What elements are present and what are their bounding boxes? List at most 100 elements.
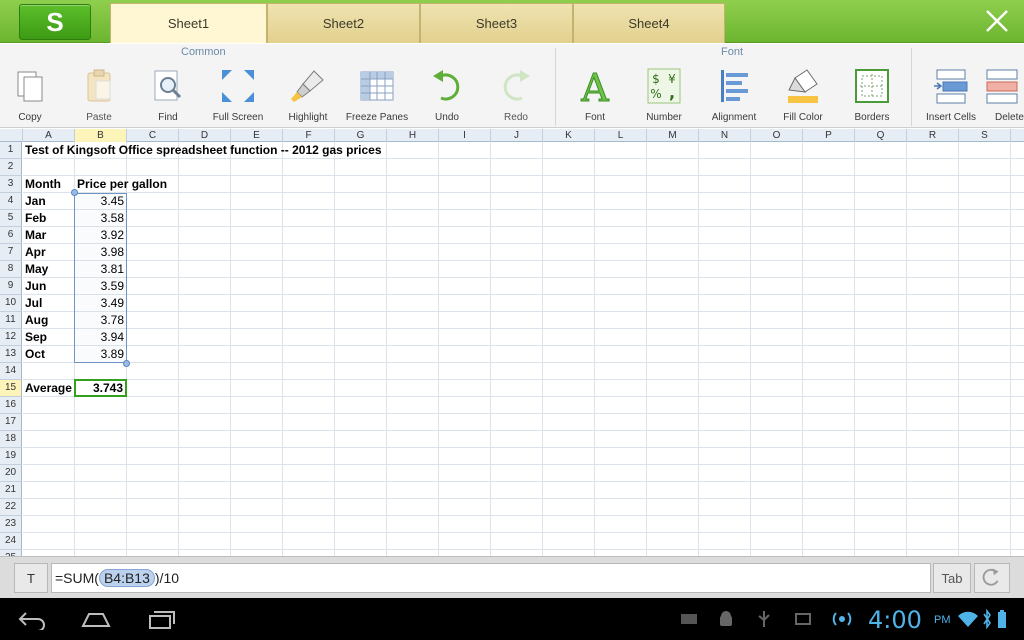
alignment-button[interactable]: Alignment [701, 64, 767, 126]
spreadsheet-grid[interactable]: ABCDEFGHIJKLMNOPQRS 1 2 3 4 5 6 7 8 9 10 11 12 13 14 1… [0, 129, 1024, 556]
borders-button[interactable]: Borders [839, 64, 905, 126]
cell-month[interactable]: Jun [23, 278, 48, 294]
row-header-2[interactable]: 2 [0, 159, 22, 176]
row-header-12[interactable]: 12 [0, 329, 22, 346]
close-icon[interactable] [984, 8, 1010, 34]
cell-month[interactable]: Jan [23, 193, 48, 209]
cell-month[interactable]: Apr [23, 244, 48, 260]
formula-revert-button[interactable] [974, 563, 1010, 593]
cell-price[interactable]: 3.98 [75, 244, 126, 260]
find-button[interactable]: Find [135, 64, 201, 126]
cell-b3[interactable]: Price per gallon [75, 176, 169, 192]
freeze-panes-button[interactable]: Freeze Panes [344, 64, 410, 126]
row-header-24[interactable]: 24 [0, 533, 22, 550]
delete-button[interactable]: Delete [985, 64, 1024, 126]
tab-sheet4[interactable]: Sheet4 [573, 3, 725, 43]
row-header-14[interactable]: 14 [0, 363, 22, 380]
column-header-a[interactable]: A [23, 129, 75, 142]
column-header-s[interactable]: S [959, 129, 1011, 142]
column-header-n[interactable]: N [699, 129, 751, 142]
tab-key-button[interactable]: Tab [933, 563, 971, 593]
row-header-8[interactable]: 8 [0, 261, 22, 278]
row-header-11[interactable]: 11 [0, 312, 22, 329]
undo-button[interactable]: Undo [414, 64, 480, 126]
cell-price[interactable]: 3.94 [75, 329, 126, 345]
cell-price[interactable]: 3.92 [75, 227, 126, 243]
cell-month[interactable]: Oct [23, 346, 47, 362]
cell-price[interactable]: 3.45 [75, 193, 126, 209]
row-header-9[interactable]: 9 [0, 278, 22, 295]
cell-month[interactable]: Aug [23, 312, 50, 328]
tab-sheet3[interactable]: Sheet3 [420, 3, 573, 43]
app-logo-button[interactable]: S [19, 4, 91, 40]
cell-area[interactable]: Test of Kingsoft Office spreadsheet func… [23, 142, 1024, 556]
row-header-18[interactable]: 18 [0, 431, 22, 448]
row-header-6[interactable]: 6 [0, 227, 22, 244]
font-button[interactable]: A Font [562, 64, 628, 126]
cell-price[interactable]: 3.89 [75, 346, 126, 362]
column-header-m[interactable]: M [647, 129, 699, 142]
full-screen-button[interactable]: Full Screen [205, 64, 271, 126]
text-mode-button[interactable]: T [14, 563, 48, 593]
row-header-5[interactable]: 5 [0, 210, 22, 227]
cell-a3[interactable]: Month [23, 176, 63, 192]
column-header-o[interactable]: O [751, 129, 803, 142]
column-header-j[interactable]: J [491, 129, 543, 142]
column-header-k[interactable]: K [543, 129, 595, 142]
row-header-10[interactable]: 10 [0, 295, 22, 312]
redo-button[interactable]: Redo [483, 64, 549, 126]
row-header-19[interactable]: 19 [0, 448, 22, 465]
row-header-3[interactable]: 3 [0, 176, 22, 193]
formula-input[interactable]: =SUM(B4:B13)/10 [51, 563, 931, 593]
column-header-r[interactable]: R [907, 129, 959, 142]
row-header-20[interactable]: 20 [0, 465, 22, 482]
recent-apps-icon[interactable] [146, 608, 178, 630]
cell-price[interactable]: 3.59 [75, 278, 126, 294]
row-header-22[interactable]: 22 [0, 499, 22, 516]
cell-price[interactable]: 3.78 [75, 312, 126, 328]
column-header-l[interactable]: L [595, 129, 647, 142]
column-header-i[interactable]: I [439, 129, 491, 142]
insert-cells-button[interactable]: Insert Cells [918, 64, 984, 126]
cell-a15[interactable]: Average [23, 380, 74, 396]
column-header-b[interactable]: B [75, 129, 127, 142]
cell-month[interactable]: Jul [23, 295, 44, 311]
column-header-q[interactable]: Q [855, 129, 907, 142]
row-header-17[interactable]: 17 [0, 414, 22, 431]
paste-button[interactable]: Paste [66, 64, 132, 126]
number-button[interactable]: $ ¥ % , Number [631, 64, 697, 126]
tab-sheet1[interactable]: Sheet1 [110, 3, 267, 43]
cell-month[interactable]: Mar [23, 227, 48, 243]
row-header-7[interactable]: 7 [0, 244, 22, 261]
tab-sheet2[interactable]: Sheet2 [267, 3, 420, 43]
back-icon[interactable] [16, 608, 48, 630]
formula-range-ref[interactable]: B4:B13 [98, 569, 155, 587]
column-header-f[interactable]: F [283, 129, 335, 142]
home-icon[interactable] [80, 608, 112, 630]
row-header-4[interactable]: 4 [0, 193, 22, 210]
column-header-e[interactable]: E [231, 129, 283, 142]
column-header-g[interactable]: G [335, 129, 387, 142]
row-header-23[interactable]: 23 [0, 516, 22, 533]
fill-color-button[interactable]: Fill Color [770, 64, 836, 126]
cell-month[interactable]: Feb [23, 210, 48, 226]
row-header-16[interactable]: 16 [0, 397, 22, 414]
column-header-h[interactable]: H [387, 129, 439, 142]
column-header-d[interactable]: D [179, 129, 231, 142]
copy-button[interactable]: Copy [0, 64, 63, 126]
cell-month[interactable]: Sep [23, 329, 49, 345]
row-header-13[interactable]: 13 [0, 346, 22, 363]
cell-price[interactable]: 3.49 [75, 295, 126, 311]
column-header-p[interactable]: P [803, 129, 855, 142]
corner-cell[interactable] [0, 129, 23, 142]
cell-a1[interactable]: Test of Kingsoft Office spreadsheet func… [23, 142, 384, 158]
cell-price[interactable]: 3.81 [75, 261, 126, 277]
row-header-1[interactable]: 1 [0, 142, 22, 159]
cell-price[interactable]: 3.58 [75, 210, 126, 226]
active-cell-b15[interactable]: 3.743 [74, 379, 127, 397]
row-header-21[interactable]: 21 [0, 482, 22, 499]
column-header-c[interactable]: C [127, 129, 179, 142]
cell-month[interactable]: May [23, 261, 50, 277]
row-header-15[interactable]: 15 [0, 380, 22, 397]
highlight-button[interactable]: Highlight [275, 64, 341, 126]
